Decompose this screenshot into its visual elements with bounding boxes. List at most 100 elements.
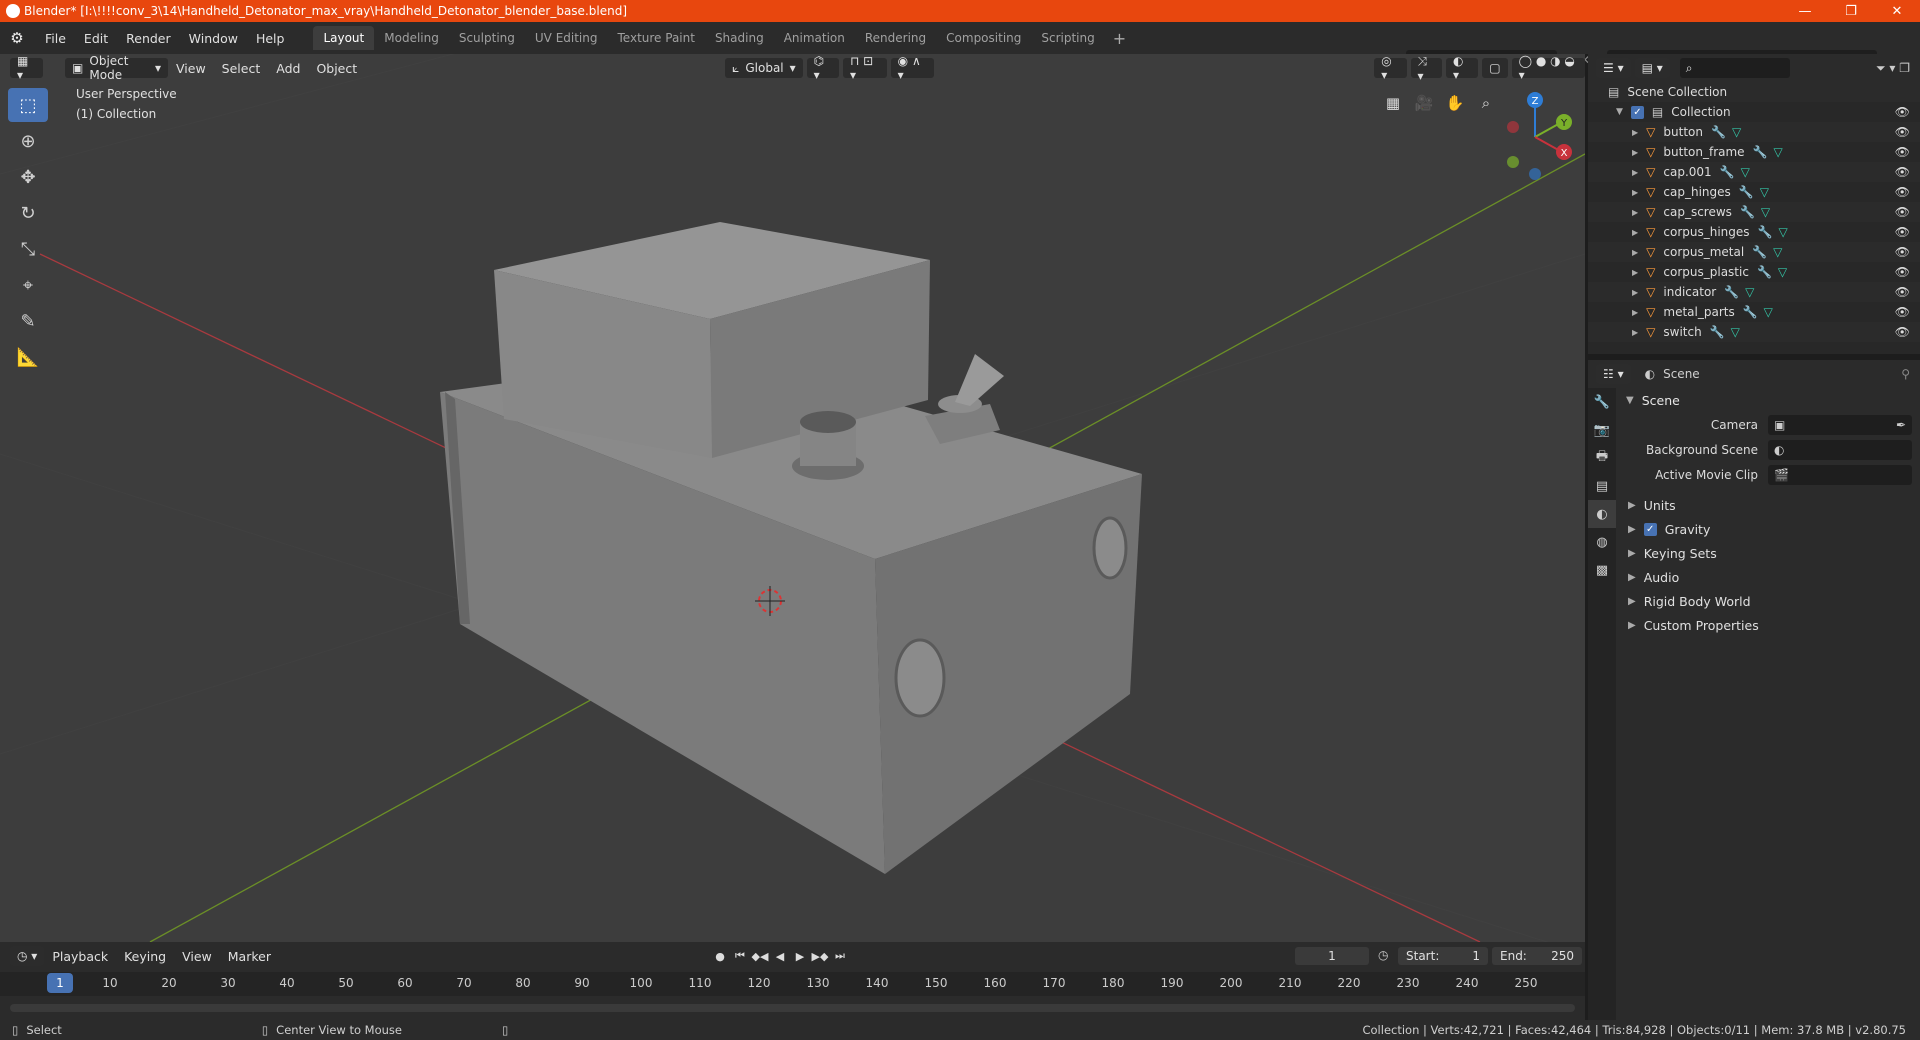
rotate-icon[interactable]: ↻: [8, 196, 48, 230]
start-frame-field[interactable]: Start: 1: [1398, 947, 1488, 965]
collection-row[interactable]: ▼ ✓ ▤ Collection 👁: [1588, 102, 1920, 122]
modifier-wrench-icon[interactable]: 🔧: [1752, 245, 1767, 259]
mesh-data-icon[interactable]: ▽: [1779, 225, 1788, 239]
outliner-search-input[interactable]: ⌕: [1679, 58, 1790, 78]
outliner-object-row[interactable]: ▶ ▽ button 🔧 ▽ 👁: [1588, 122, 1920, 142]
menu-marker[interactable]: Marker: [220, 949, 279, 964]
outliner-object-row[interactable]: ▶ ▽ corpus_metal 🔧 ▽ 👁: [1588, 242, 1920, 262]
mesh-data-icon[interactable]: ▽: [1760, 185, 1769, 199]
output-tab-icon[interactable]: 🖶: [1588, 444, 1616, 472]
mesh-data-icon[interactable]: ▽: [1745, 285, 1754, 299]
mesh-data-icon[interactable]: ▽: [1773, 245, 1782, 259]
outliner-object-row[interactable]: ▶ ▽ button_frame 🔧 ▽ 👁: [1588, 142, 1920, 162]
mode-selector[interactable]: ▣ Object Mode ▾: [65, 54, 168, 82]
select-box-icon[interactable]: ⬚: [8, 88, 48, 122]
minimize-button[interactable]: —: [1782, 0, 1828, 22]
eye-icon[interactable]: 👁: [1895, 265, 1910, 279]
move-icon[interactable]: ✥: [8, 160, 48, 194]
expand-arrow-icon[interactable]: ▶: [1632, 148, 1638, 157]
menu-render[interactable]: Render: [117, 31, 180, 46]
menu-view[interactable]: View: [168, 61, 214, 76]
menu-add[interactable]: Add: [268, 61, 308, 76]
proportional-edit-toggle[interactable]: ◉ ∧ ▾: [890, 54, 935, 82]
next-keyframe-icon[interactable]: ▶◆: [810, 947, 830, 965]
collection-checkbox[interactable]: ✓: [1630, 105, 1644, 119]
filter-icon[interactable]: ⏷ ▾ ❐: [1876, 61, 1910, 76]
eyedropper-icon[interactable]: ✒: [1896, 418, 1906, 432]
modifier-wrench-icon[interactable]: 🔧: [1710, 325, 1725, 339]
mesh-data-icon[interactable]: ▽: [1764, 305, 1773, 319]
end-frame-field[interactable]: End: 250: [1492, 947, 1582, 965]
custom-properties-panel[interactable]: ▶ Custom Properties: [1618, 613, 1920, 637]
eye-icon[interactable]: 👁: [1895, 145, 1910, 159]
texture-tab-icon[interactable]: ▩: [1588, 556, 1616, 584]
tab-uv-editing[interactable]: UV Editing: [525, 26, 608, 50]
add-workspace-button[interactable]: +: [1105, 29, 1134, 48]
expand-arrow-icon[interactable]: ▶: [1632, 188, 1638, 197]
menu-edit[interactable]: Edit: [75, 31, 117, 46]
eye-icon[interactable]: 👁: [1895, 125, 1910, 139]
xray-toggle[interactable]: ▢: [1482, 58, 1508, 78]
tab-rendering[interactable]: Rendering: [855, 26, 936, 50]
eye-icon[interactable]: 👁: [1895, 185, 1910, 199]
camera-field[interactable]: ▣ ✒: [1768, 414, 1912, 435]
tab-shading[interactable]: Shading: [705, 26, 774, 50]
outliner-object-row[interactable]: ▶ ▽ cap.001 🔧 ▽ 👁: [1588, 162, 1920, 182]
eye-icon[interactable]: 👁: [1895, 225, 1910, 239]
tab-sculpting[interactable]: Sculpting: [449, 26, 525, 50]
expand-arrow-icon[interactable]: ▶: [1632, 128, 1638, 137]
tab-compositing[interactable]: Compositing: [936, 26, 1031, 50]
camera-view-icon[interactable]: 🎥: [1409, 88, 1439, 118]
tab-modeling[interactable]: Modeling: [374, 26, 449, 50]
display-mode-selector[interactable]: ▤ ▾: [1634, 58, 1670, 78]
expand-arrow-icon[interactable]: ▶: [1632, 308, 1638, 317]
background-scene-field[interactable]: ◐: [1768, 439, 1912, 460]
tool-tab-icon[interactable]: 🔧: [1588, 388, 1616, 416]
menu-help[interactable]: Help: [247, 31, 294, 46]
modifier-wrench-icon[interactable]: 🔧: [1753, 145, 1768, 159]
modifier-wrench-icon[interactable]: 🔧: [1757, 265, 1772, 279]
expand-arrow-icon[interactable]: ▶: [1632, 228, 1638, 237]
mesh-data-icon[interactable]: ▽: [1761, 205, 1770, 219]
snap-toggle[interactable]: ⊓ ⊡ ▾: [842, 54, 887, 82]
cursor-icon[interactable]: ⊕: [8, 124, 48, 158]
mesh-data-icon[interactable]: ▽: [1741, 165, 1750, 179]
record-icon[interactable]: ●: [710, 947, 730, 965]
eye-icon[interactable]: 👁: [1895, 105, 1910, 119]
pan-hand-icon[interactable]: ✋: [1440, 88, 1470, 118]
mesh-data-icon[interactable]: ▽: [1731, 325, 1740, 339]
jump-end-icon[interactable]: ⏭: [830, 947, 850, 965]
menu-timeline-view[interactable]: View: [174, 949, 220, 964]
scene-tab-icon[interactable]: ◐: [1588, 500, 1616, 528]
editor-type-button[interactable]: ▦ ▾: [10, 54, 44, 82]
detonator-model[interactable]: [440, 222, 1142, 874]
expand-arrow-icon[interactable]: ▶: [1632, 208, 1638, 217]
outliner-object-row[interactable]: ▶ ▽ corpus_plastic 🔧 ▽ 👁: [1588, 262, 1920, 282]
expand-arrow-icon[interactable]: ▶: [1632, 268, 1638, 277]
units-panel[interactable]: ▶ Units: [1618, 493, 1920, 517]
keying-sets-panel[interactable]: ▶ Keying Sets: [1618, 541, 1920, 565]
mesh-data-icon[interactable]: ▽: [1732, 125, 1741, 139]
properties-editor-type[interactable]: ☷ ▾: [1596, 364, 1631, 384]
outliner-object-row[interactable]: ▶ ▽ cap_screws 🔧 ▽ 👁: [1588, 202, 1920, 222]
rigid-body-world-panel[interactable]: ▶ Rigid Body World: [1618, 589, 1920, 613]
tab-scripting[interactable]: Scripting: [1031, 26, 1104, 50]
mesh-data-icon[interactable]: ▽: [1778, 265, 1787, 279]
audio-panel[interactable]: ▶ Audio: [1618, 565, 1920, 589]
prev-keyframe-icon[interactable]: ◆◀: [750, 947, 770, 965]
3d-viewport[interactable]: ▦ ▾ ▣ Object Mode ▾ View Select Add Obje…: [0, 54, 1585, 942]
transform-icon[interactable]: ⌖: [8, 268, 48, 302]
outliner-editor-type[interactable]: ☰ ▾: [1596, 58, 1631, 78]
view-layer-tab-icon[interactable]: ▤: [1588, 472, 1616, 500]
measure-icon[interactable]: 📐: [8, 340, 48, 374]
current-frame-indicator[interactable]: 1: [47, 973, 73, 993]
gizmo-toggle[interactable]: ⤨ ▾: [1410, 54, 1442, 83]
modifier-wrench-icon[interactable]: 🔧: [1740, 205, 1755, 219]
orientation-selector[interactable]: ⟀ Global ▾: [725, 58, 803, 78]
eye-icon[interactable]: 👁: [1895, 165, 1910, 179]
eye-icon[interactable]: 👁: [1895, 305, 1910, 319]
pin-icon[interactable]: ⚲: [1901, 367, 1910, 381]
outliner-object-row[interactable]: ▶ ▽ corpus_hinges 🔧 ▽ 👁: [1588, 222, 1920, 242]
timeline-editor-type[interactable]: ◷ ▾: [10, 946, 45, 966]
eye-icon[interactable]: 👁: [1895, 245, 1910, 259]
